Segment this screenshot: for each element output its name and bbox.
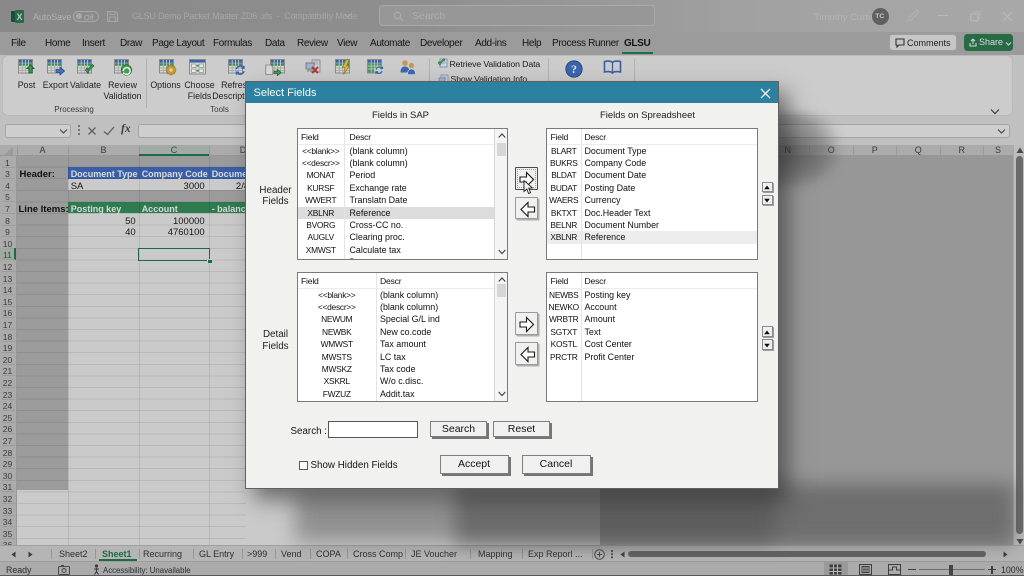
svg-text:?: ?	[571, 62, 577, 76]
